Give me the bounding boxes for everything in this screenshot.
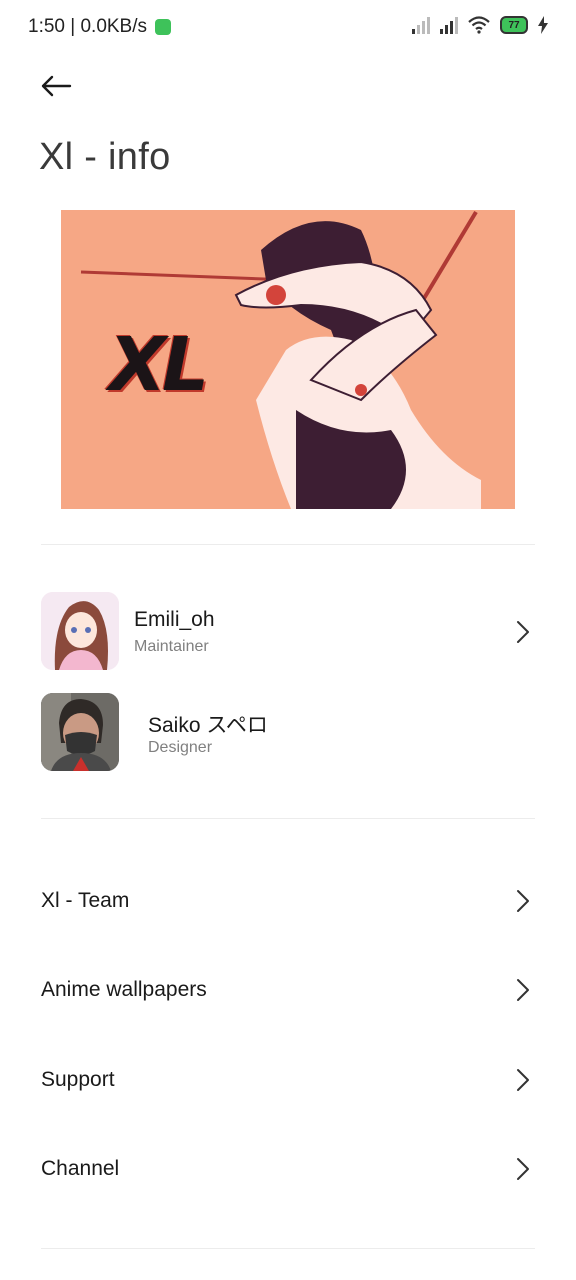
contributor-role: Maintainer (134, 638, 209, 655)
chevron-right-icon (517, 890, 529, 912)
contributor-row-saiko[interactable]: Saiko スペロ Designer (41, 693, 535, 771)
avatar (41, 592, 119, 670)
menu-item-support[interactable]: Support (41, 1050, 535, 1110)
contributor-role: Designer (148, 739, 213, 756)
chevron-right-icon (517, 621, 529, 643)
contributor-row-emili[interactable]: Emili_oh Maintainer (41, 592, 535, 670)
wifi-icon (468, 16, 490, 34)
status-left: 1:50 | 0.0KB/s (28, 16, 172, 38)
chevron-right-icon (517, 979, 529, 1001)
divider (41, 1248, 535, 1249)
menu-item-label: Channel (41, 1157, 120, 1180)
battery-level: 77 (508, 19, 520, 31)
menu-item-label: Xl - Team (41, 889, 130, 912)
signal-1-icon (412, 16, 430, 34)
divider (41, 544, 535, 545)
avatar (41, 693, 119, 771)
menu-item-anime-wallpapers[interactable]: Anime wallpapers (41, 960, 535, 1020)
status-right: 77 (412, 16, 548, 34)
contributor-name: Emili_oh (134, 608, 215, 631)
status-bar: 1:50 | 0.0KB/s 77 (0, 0, 576, 56)
photo-avatar-image (41, 693, 119, 771)
battery-icon: 77 (500, 16, 528, 34)
banner-image: XL (61, 210, 515, 509)
contributor-name: Saiko スペロ (148, 714, 268, 737)
back-button[interactable] (36, 66, 76, 106)
menu-item-xl-team[interactable]: Xl - Team (41, 871, 535, 931)
chevron-right-icon (517, 1158, 529, 1180)
app-notification-icon (155, 19, 172, 35)
menu-item-label: Anime wallpapers (41, 978, 207, 1001)
chevron-right-icon (517, 1069, 529, 1091)
menu-item-channel[interactable]: Channel (41, 1139, 535, 1199)
charging-icon (538, 16, 548, 34)
banner-logo-text: XL (109, 322, 209, 408)
menu-item-label: Support (41, 1068, 115, 1091)
arrow-left-icon (41, 75, 72, 97)
anime-avatar-image (41, 592, 119, 670)
status-time-speed: 1:50 | 0.0KB/s (28, 16, 148, 37)
divider (41, 818, 535, 819)
signal-2-icon (440, 16, 458, 34)
page-title: Xl - info (39, 136, 171, 178)
